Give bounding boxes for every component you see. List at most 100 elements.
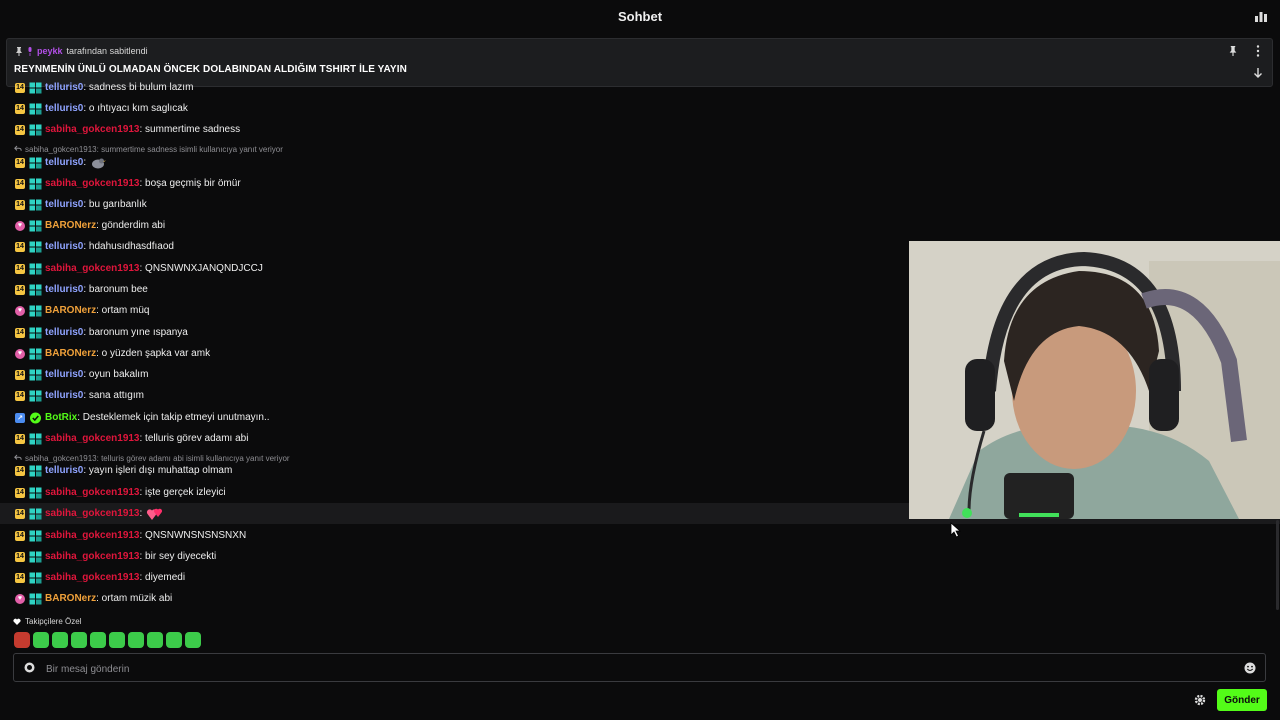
chat-username[interactable]: telluris0 bbox=[45, 465, 83, 476]
chat-message[interactable]: 14 sabiha_gokcen1913: bir sey diyecekti bbox=[0, 546, 1280, 567]
chat-message[interactable]: 14 sabiha_gokcen1913: summertime sadness bbox=[0, 119, 1280, 140]
reply-context[interactable]: sabiha_gokcen1913: summertime sadness is… bbox=[14, 143, 283, 155]
subscriber-badge-icon[interactable]: 14 bbox=[15, 572, 25, 583]
emote-green-face-icon[interactable] bbox=[90, 632, 106, 648]
kick-subscriber-badge-icon[interactable] bbox=[29, 572, 42, 584]
kick-subscriber-badge-icon[interactable] bbox=[29, 124, 42, 136]
emote-green-kick-icon[interactable] bbox=[166, 632, 182, 648]
kick-subscriber-badge-icon[interactable] bbox=[29, 487, 42, 499]
emote-skull-icon[interactable] bbox=[33, 632, 49, 648]
kick-subscriber-badge-icon[interactable] bbox=[29, 82, 42, 94]
subscriber-badge-icon[interactable]: 14 bbox=[15, 530, 25, 541]
chat-message[interactable]: 14 sabiha_gokcen1913: QNSNWNSNSNSNXN bbox=[0, 525, 1280, 546]
subscriber-badge-icon[interactable]: 14 bbox=[15, 508, 25, 519]
subscriber-badge-icon[interactable]: 14 bbox=[15, 327, 25, 338]
chat-username[interactable]: telluris0 bbox=[45, 103, 83, 114]
subscriber-badge-icon[interactable]: 14 bbox=[15, 124, 25, 135]
kick-subscriber-badge-icon[interactable] bbox=[29, 241, 42, 253]
kick-subscriber-badge-icon[interactable] bbox=[29, 263, 42, 275]
chat-username[interactable]: telluris0 bbox=[45, 241, 83, 252]
chat-username[interactable]: sabiha_gokcen1913 bbox=[45, 433, 140, 444]
chat-username[interactable]: telluris0 bbox=[45, 390, 83, 401]
chat-username[interactable]: sabiha_gokcen1913 bbox=[45, 178, 140, 189]
chat-message[interactable]: 14 telluris0: bu garıbanlık bbox=[0, 194, 1280, 215]
kick-subscriber-badge-icon[interactable] bbox=[29, 305, 42, 317]
chat-username[interactable]: sabiha_gokcen1913 bbox=[45, 508, 140, 519]
gear-icon[interactable] bbox=[1194, 694, 1206, 706]
gifter-badge-icon[interactable]: ♥ bbox=[15, 220, 25, 231]
chat-username[interactable]: telluris0 bbox=[45, 369, 83, 380]
emote-green-box-icon[interactable] bbox=[71, 632, 87, 648]
kick-subscriber-badge-icon[interactable] bbox=[29, 284, 42, 296]
chat-username[interactable]: BARONerz bbox=[45, 348, 96, 359]
chat-username[interactable]: sabiha_gokcen1913 bbox=[45, 487, 140, 498]
gifter-badge-icon[interactable]: ♥ bbox=[15, 593, 25, 604]
more-options-icon[interactable] bbox=[1254, 44, 1262, 58]
stats-icon[interactable] bbox=[1254, 9, 1268, 23]
gifter-badge-icon[interactable]: ♥ bbox=[15, 305, 25, 316]
kick-subscriber-badge-icon[interactable] bbox=[29, 327, 42, 339]
emoji-icon[interactable] bbox=[1244, 662, 1256, 674]
chat-username[interactable]: BotRix bbox=[45, 412, 77, 423]
chat-username[interactable]: telluris0 bbox=[45, 82, 83, 93]
subscriber-badge-icon[interactable]: 14 bbox=[15, 433, 25, 444]
kick-subscriber-badge-icon[interactable] bbox=[29, 157, 42, 169]
kick-subscriber-badge-icon[interactable] bbox=[29, 433, 42, 445]
verified-badge-icon[interactable] bbox=[29, 412, 42, 424]
subscriber-badge-icon[interactable]: 14 bbox=[15, 241, 25, 252]
chat-username[interactable]: sabiha_gokcen1913 bbox=[45, 263, 140, 274]
chat-message[interactable]: 14 telluris0: sadness bi bulum lazım bbox=[0, 78, 1280, 98]
subscriber-badge-icon[interactable]: 14 bbox=[15, 284, 25, 295]
chat-scrollbar[interactable] bbox=[1276, 520, 1279, 610]
kick-subscriber-badge-icon[interactable] bbox=[29, 508, 42, 520]
shield-icon[interactable] bbox=[24, 662, 35, 673]
chat-message[interactable]: 14 sabiha_gokcen1913: diyemedi bbox=[0, 567, 1280, 588]
chat-message[interactable]: ♥ BARONerz: gönderdim abi bbox=[0, 215, 1280, 236]
subscriber-badge-icon[interactable]: 14 bbox=[15, 551, 25, 562]
chat-username[interactable]: telluris0 bbox=[45, 199, 83, 210]
bot-badge-icon[interactable]: ↗ bbox=[15, 412, 25, 423]
chat-username[interactable]: BARONerz bbox=[45, 305, 96, 316]
kick-subscriber-badge-icon[interactable] bbox=[29, 390, 42, 402]
pinned-by-user[interactable]: peykk bbox=[37, 46, 63, 56]
kick-subscriber-badge-icon[interactable] bbox=[29, 465, 42, 477]
kick-subscriber-badge-icon[interactable] bbox=[29, 178, 42, 190]
emote-green-monster-icon[interactable] bbox=[128, 632, 144, 648]
kick-subscriber-badge-icon[interactable] bbox=[29, 593, 42, 605]
reply-context[interactable]: sabiha_gokcen1913: telluris görev adamı … bbox=[14, 452, 290, 464]
subscriber-badge-icon[interactable]: 14 bbox=[15, 390, 25, 401]
kick-subscriber-badge-icon[interactable] bbox=[29, 369, 42, 381]
subscriber-badge-icon[interactable]: 14 bbox=[15, 263, 25, 274]
chat-username[interactable]: BARONerz bbox=[45, 593, 96, 604]
chat-username[interactable]: sabiha_gokcen1913 bbox=[45, 530, 140, 541]
send-button[interactable]: Gönder bbox=[1217, 689, 1267, 711]
chat-username[interactable]: BARONerz bbox=[45, 220, 96, 231]
subscriber-badge-icon[interactable]: 14 bbox=[15, 199, 25, 210]
bird-emote-icon[interactable] bbox=[90, 156, 107, 170]
emote-green-smile-icon[interactable] bbox=[109, 632, 125, 648]
emote-green-blob-icon[interactable] bbox=[52, 632, 68, 648]
chat-username[interactable]: telluris0 bbox=[45, 157, 83, 168]
hearts-emote-icon[interactable] bbox=[146, 506, 164, 522]
chat-message[interactable]: ♥ BARONerz: ortam müzik abi bbox=[0, 588, 1280, 609]
subscriber-badge-icon[interactable]: 14 bbox=[15, 178, 25, 189]
chat-message[interactable]: 14 telluris0: o ıhtıyacı kım saglıcak bbox=[0, 98, 1280, 119]
emote-red-mask-icon[interactable] bbox=[14, 632, 30, 648]
subscriber-badge-icon[interactable]: 14 bbox=[15, 369, 25, 380]
kick-subscriber-badge-icon[interactable] bbox=[29, 103, 42, 115]
kick-subscriber-badge-icon[interactable] bbox=[29, 551, 42, 563]
chat-message[interactable]: 14 telluris0: bbox=[0, 152, 1280, 173]
kick-subscriber-badge-icon[interactable] bbox=[29, 220, 42, 232]
chat-message[interactable]: 14 sabiha_gokcen1913: boşa geçmiş bir ömü… bbox=[0, 173, 1280, 194]
subscriber-badge-icon[interactable]: 14 bbox=[15, 157, 25, 168]
gifter-badge-icon[interactable]: ♥ bbox=[15, 348, 25, 359]
subscriber-badge-icon[interactable]: 14 bbox=[15, 103, 25, 114]
chat-username[interactable]: telluris0 bbox=[45, 284, 83, 295]
chat-username[interactable]: sabiha_gokcen1913 bbox=[45, 124, 140, 135]
chat-username[interactable]: telluris0 bbox=[45, 327, 83, 338]
subscriber-badge-icon[interactable]: 14 bbox=[15, 465, 25, 476]
emote-green-grin-icon[interactable] bbox=[147, 632, 163, 648]
kick-subscriber-badge-icon[interactable] bbox=[29, 530, 42, 542]
kick-subscriber-badge-icon[interactable] bbox=[29, 348, 42, 360]
subscriber-badge-icon[interactable]: 14 bbox=[15, 82, 25, 93]
